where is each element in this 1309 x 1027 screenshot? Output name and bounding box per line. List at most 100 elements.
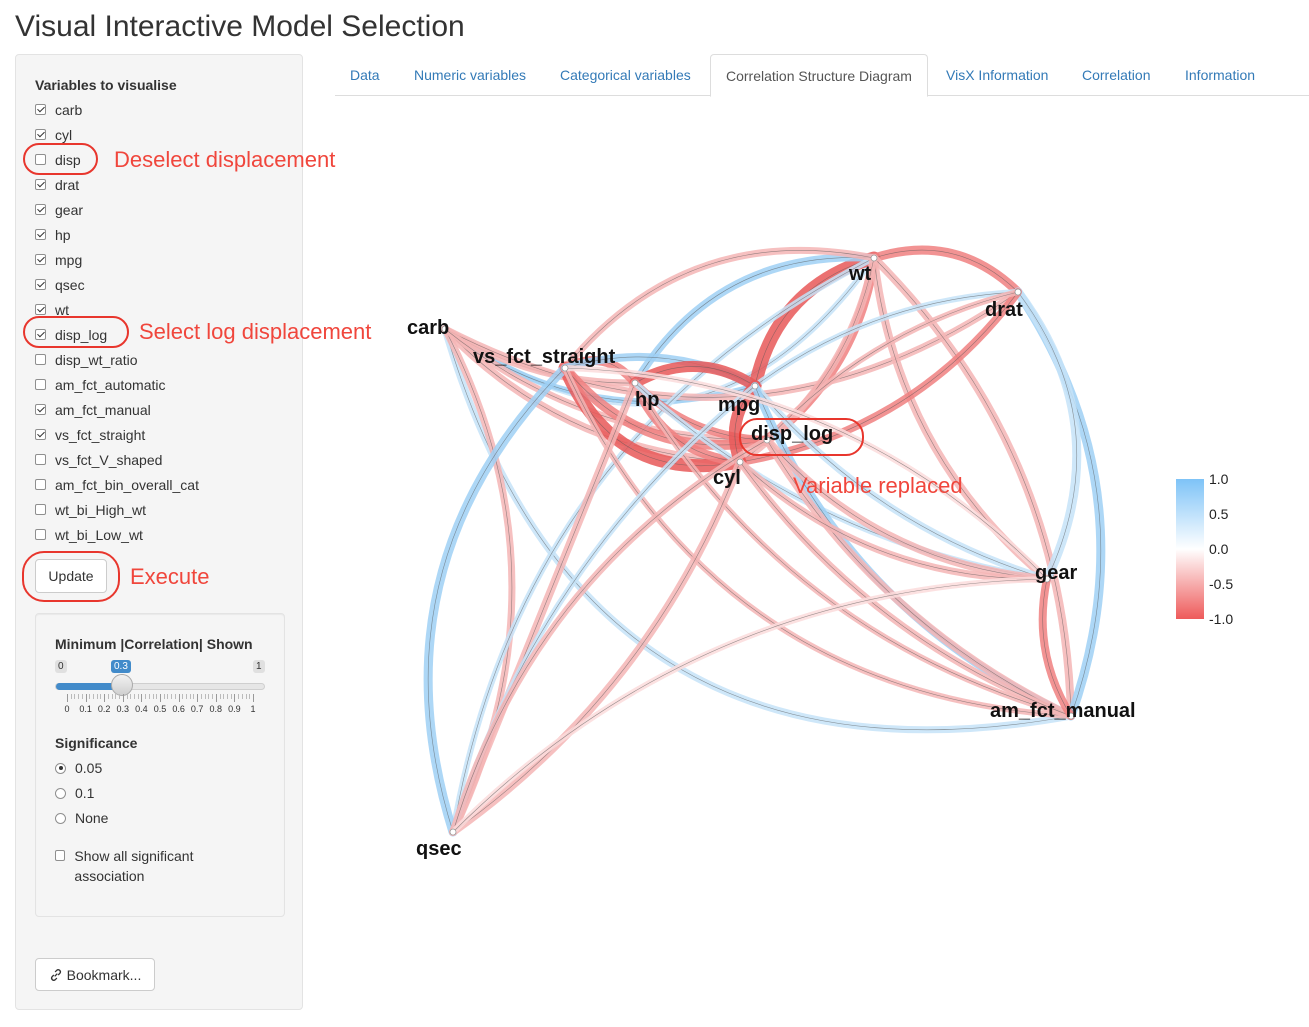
tab-data[interactable]: Data [335,54,395,96]
node-dot-qsec[interactable] [449,828,457,836]
variable-checkbox[interactable] [35,104,46,115]
show-all-checkbox[interactable] [55,850,66,861]
variable-option-wt-bi-high-wt[interactable]: wt_bi_High_wt [35,497,199,522]
node-dot-drat[interactable] [1014,288,1022,296]
variable-checkbox[interactable] [35,279,46,290]
slider-tick [133,694,135,699]
slider-tick [119,694,121,699]
node-dot-mpg[interactable] [751,382,759,390]
variable-checkbox[interactable] [35,354,46,365]
tab-visx-information[interactable]: VisX Information [931,54,1063,96]
slider-tick [212,694,214,699]
node-label-wt: wt [848,263,872,285]
correlation-slider-handle[interactable] [111,674,133,696]
slider-tick-label: 0.3 [116,704,130,714]
variable-option-hp[interactable]: hp [35,222,199,247]
variable-option-vs-fct-v-shaped[interactable]: vs_fct_V_shaped [35,447,199,472]
slider-tick [204,694,206,699]
node-dot-wt[interactable] [870,254,878,262]
slider-tick [178,694,180,702]
slider-tick [223,694,225,699]
variable-checkbox[interactable] [35,529,46,540]
variable-option-wt-bi-low-wt[interactable]: wt_bi_Low_wt [35,522,199,547]
slider-tick [104,694,106,702]
slider-tick [238,694,240,699]
significance-radio[interactable] [55,762,66,774]
variable-option-vs-fct-straight[interactable]: vs_fct_straight [35,422,199,447]
slider-tick [89,694,91,699]
variable-checkbox[interactable] [35,229,46,240]
variable-checkbox[interactable] [35,454,46,465]
slider-tick [137,694,139,699]
variable-checkbox[interactable] [35,254,46,265]
slider-tick [122,694,124,702]
significance-option-2[interactable]: None [55,808,108,828]
variable-option-mpg[interactable]: mpg [35,247,199,272]
variable-checkbox[interactable] [35,479,46,490]
tab-information[interactable]: Information [1170,54,1270,96]
slider-tick [126,694,128,699]
significance-radio[interactable] [55,812,66,824]
slider-tick [160,694,161,702]
annotation-deselect-displacement: Deselect displacement [114,147,336,172]
significance-option-1[interactable]: 0.1 [55,783,94,803]
slider-tick [219,694,221,699]
slider-tick-label: 0.6 [172,704,185,714]
node-dot-hp[interactable] [631,379,639,387]
variable-checkbox[interactable] [35,429,46,440]
variable-checkbox[interactable] [35,179,46,190]
significance-option-0[interactable]: 0.05 [55,758,102,778]
variable-checkbox[interactable] [35,204,46,215]
significance-radio[interactable] [55,787,66,799]
variable-option-am-fct-automatic[interactable]: am_fct_automatic [35,372,199,397]
variable-option-am-fct-bin-overall-cat[interactable]: am_fct_bin_overall_cat [35,472,199,497]
node-label-am-fct-manual: am_fct_manual [990,700,1136,722]
variable-checkbox[interactable] [35,379,46,390]
variable-option-disp-wt-ratio[interactable]: disp_wt_ratio [35,347,199,372]
annotation-circle-update [22,551,120,602]
show-all-significant-option[interactable]: Show all significant association [55,846,255,886]
variable-label: drat [55,176,80,193]
node-dot-cyl[interactable] [736,458,744,466]
variable-label: am_fct_bin_overall_cat [55,476,199,493]
variable-checkbox[interactable] [35,129,46,140]
node-label-drat: drat [985,299,1023,321]
variable-label: gear [55,201,84,218]
tab-correlation-structure-diagram[interactable]: Correlation Structure Diagram [710,54,928,97]
annotation-circle-disp-log-node [739,418,864,456]
node-label-hp: hp [635,389,659,411]
correlation-edges [423,245,1106,837]
slider-tick-label: 0.7 [190,704,204,714]
main-tabs: Data Numeric variables Categorical varia… [335,54,1309,97]
variable-label: am_fct_automatic [55,376,166,393]
slider-tick [96,694,98,699]
variable-option-am-fct-manual[interactable]: am_fct_manual [35,397,199,422]
correlation-slider-track[interactable] [55,683,265,690]
slider-tick [130,694,132,699]
legend-color-bar [1176,479,1204,619]
tab-categorical-variables[interactable]: Categorical variables [545,54,706,96]
edge-drat-gear [1013,287,1082,584]
tab-correlation[interactable]: Correlation [1067,54,1165,96]
variable-option-gear[interactable]: gear [35,197,199,222]
slider-value-label: 0.3 [111,660,131,673]
variable-option-drat[interactable]: drat [35,172,199,197]
variable-checkbox[interactable] [35,404,46,415]
annotation-select-log-displacement: Select log displacement [139,319,372,344]
bookmark-button[interactable]: Bookmark... [35,958,155,991]
tab-numeric-variables[interactable]: Numeric variables [399,54,541,96]
legend-label-1: 1.0 [1209,471,1229,487]
legend-label-neg-0-5: -0.5 [1209,576,1233,592]
legend-label-neg-1: -1.0 [1209,611,1233,627]
variable-option-carb[interactable]: carb [35,97,199,122]
slider-tick [200,694,202,699]
variable-option-qsec[interactable]: qsec [35,272,199,297]
significance-option-label: 0.05 [75,760,103,776]
slider-tick-label: 0.5 [153,704,167,714]
variable-label: cyl [55,126,73,143]
variable-checkbox[interactable] [35,504,46,515]
slider-tick [193,694,195,699]
app-title: Visual Interactive Model Selection [15,10,465,43]
node-label-carb: carb [407,317,449,339]
variable-checkbox[interactable] [35,304,46,315]
